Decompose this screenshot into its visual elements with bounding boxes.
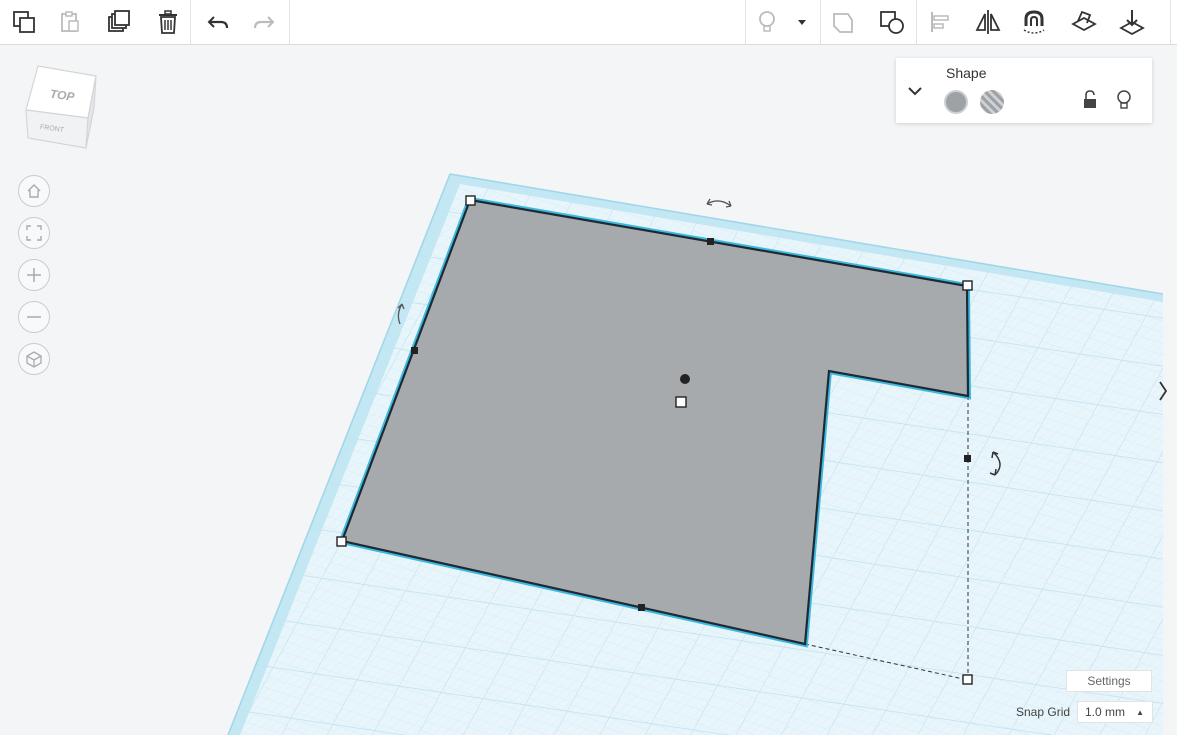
chevron-right-icon	[1159, 381, 1168, 401]
caret-down-icon	[798, 20, 806, 25]
redo-button[interactable]	[246, 4, 282, 40]
ungroup-icon	[880, 11, 904, 34]
zoom-in-button[interactable]	[18, 259, 50, 291]
plus-icon	[27, 268, 41, 282]
home-view-button[interactable]	[18, 175, 50, 207]
mirror-button[interactable]	[970, 4, 1006, 40]
delete-button[interactable]	[150, 4, 186, 40]
fit-icon	[26, 225, 42, 241]
zoom-out-button[interactable]	[18, 301, 50, 333]
minus-icon	[27, 316, 41, 318]
inspector-title: Shape	[946, 65, 987, 81]
workplane-icon	[1071, 10, 1097, 32]
fit-view-button[interactable]	[18, 217, 50, 249]
drop-button[interactable]	[1114, 4, 1150, 40]
show-all-button[interactable]	[749, 4, 785, 40]
group-button[interactable]	[826, 4, 862, 40]
cube-icon	[26, 351, 42, 368]
ungroup-button[interactable]	[874, 4, 910, 40]
copy-icon	[13, 11, 35, 33]
mirror-icon	[975, 10, 1001, 34]
workplane-canvas[interactable]	[0, 45, 1177, 735]
shape-inspector: Shape	[896, 58, 1152, 123]
duplicate-icon	[108, 10, 130, 32]
align-icon	[931, 12, 949, 32]
expand-panel-button[interactable]	[1154, 374, 1172, 408]
solid-color-swatch[interactable]	[944, 90, 968, 114]
duplicate-button[interactable]	[101, 4, 137, 40]
view-cube[interactable]: TOP FRONT	[20, 62, 102, 157]
visibility-lightbulb-icon[interactable]	[1116, 90, 1132, 110]
home-icon	[27, 184, 41, 198]
snap-grid-value: 1.0 mm	[1085, 705, 1126, 719]
snap-grid-label: Snap Grid	[1016, 705, 1071, 719]
paste-button[interactable]	[52, 4, 88, 40]
align-button[interactable]	[922, 4, 958, 40]
hole-swatch[interactable]	[980, 90, 1004, 114]
cruise-button[interactable]	[1016, 4, 1052, 40]
settings-button[interactable]: Settings	[1066, 670, 1152, 692]
rotate-handle-top[interactable]	[706, 198, 732, 208]
magnet-icon	[1023, 10, 1045, 34]
delete-icon	[159, 10, 177, 34]
undo-button[interactable]	[200, 4, 236, 40]
redo-icon	[253, 16, 275, 29]
projection-button[interactable]	[18, 343, 50, 375]
drop-icon	[1119, 10, 1145, 36]
paste-icon	[61, 11, 79, 32]
undo-icon	[207, 16, 229, 29]
show-all-dropdown[interactable]	[788, 4, 816, 40]
snap-grid-select[interactable]: 1.0 mm ▲	[1077, 701, 1153, 723]
workplane-button[interactable]	[1066, 4, 1102, 40]
group-icon	[833, 13, 853, 33]
top-toolbar	[0, 0, 1177, 45]
lightbulb-icon	[759, 11, 775, 32]
copy-button[interactable]	[6, 4, 42, 40]
collapse-chevron-icon[interactable]	[908, 86, 922, 96]
lock-icon[interactable]	[1082, 90, 1098, 110]
height-handle[interactable]	[680, 374, 690, 384]
caret-up-icon: ▲	[1136, 708, 1144, 717]
